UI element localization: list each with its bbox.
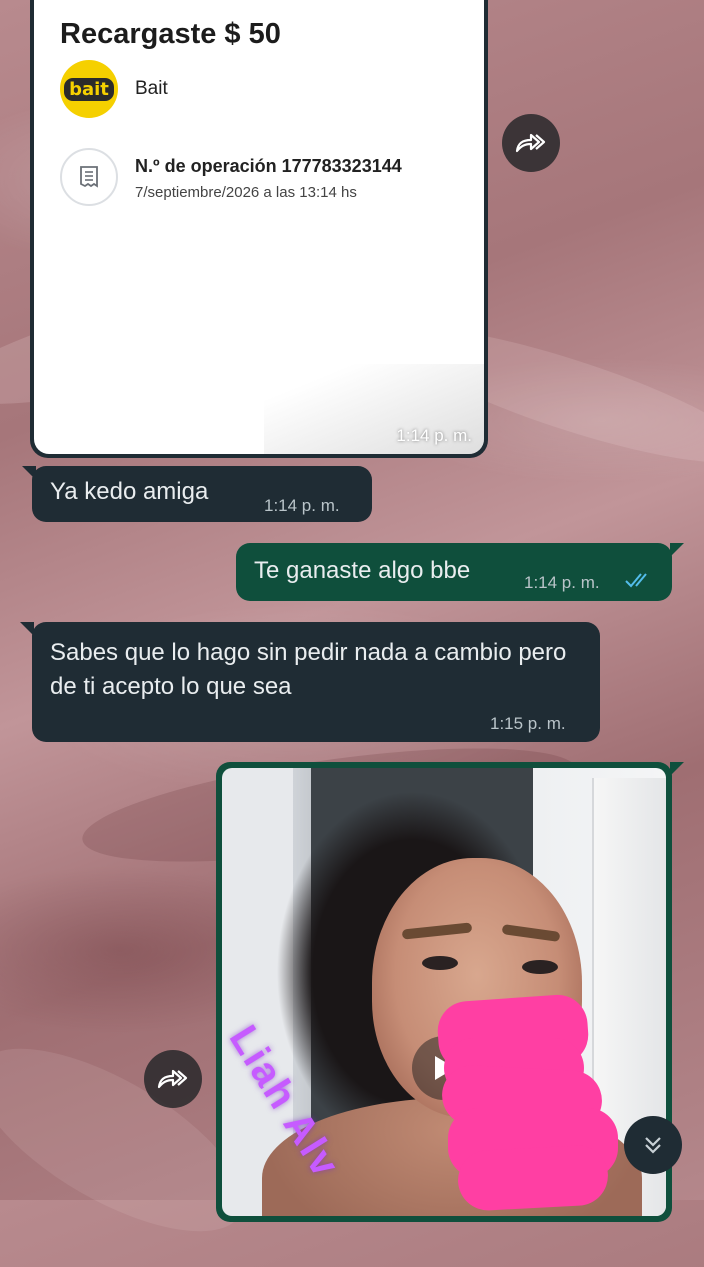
scroll-to-bottom-button[interactable] xyxy=(624,1116,682,1174)
message-text: Ya kedo amiga xyxy=(50,478,209,505)
photo-thumbnail[interactable]: Liah Alv xyxy=(222,768,666,1216)
operation-date: 7/septiembre/2026 a las 13:14 hs xyxy=(135,184,357,201)
outgoing-message[interactable]: Te ganaste algo bbe 1:14 p. m. xyxy=(236,543,672,601)
message-time: 1:14 p. m. xyxy=(396,426,472,445)
merchant-name: Bait xyxy=(135,78,168,99)
merchant-logo: bait xyxy=(60,60,118,118)
message-time: 1:15 p. m. xyxy=(490,714,566,733)
photo-message[interactable]: Liah Alv xyxy=(216,762,672,1222)
merchant-logo-text: bait xyxy=(64,77,114,101)
receipt-title: Recargaste $ 50 xyxy=(60,18,281,50)
receipt-icon xyxy=(60,148,118,206)
forward-icon xyxy=(515,133,546,153)
message-text: Sabes que lo hago sin pedir nada a cambi… xyxy=(50,639,567,700)
photo-subject-eye xyxy=(522,960,558,974)
redaction-mark xyxy=(456,1144,610,1212)
incoming-message[interactable]: Sabes que lo hago sin pedir nada a cambi… xyxy=(32,622,600,742)
bubble-tail xyxy=(670,543,684,557)
forward-icon xyxy=(157,1069,188,1089)
forward-button[interactable] xyxy=(144,1050,202,1108)
message-time: 1:14 p. m. xyxy=(524,573,600,592)
chevron-double-down-icon xyxy=(645,1137,661,1154)
incoming-message[interactable]: Ya kedo amiga 1:14 p. m. xyxy=(32,466,372,522)
forward-button[interactable] xyxy=(502,114,560,172)
bubble-tail xyxy=(670,762,684,776)
message-text: Te ganaste algo bbe xyxy=(254,557,471,584)
double-check-icon xyxy=(625,573,647,588)
photo-subject-eye xyxy=(422,956,458,970)
message-time: 1:14 p. m. xyxy=(264,496,340,515)
receipt-card: Recargaste $ 50 bait Bait N.º de operaci… xyxy=(34,0,484,454)
receipt-image-message[interactable]: Recargaste $ 50 bait Bait N.º de operaci… xyxy=(30,0,488,458)
operation-number: N.º de operación 177783323144 xyxy=(135,156,402,176)
